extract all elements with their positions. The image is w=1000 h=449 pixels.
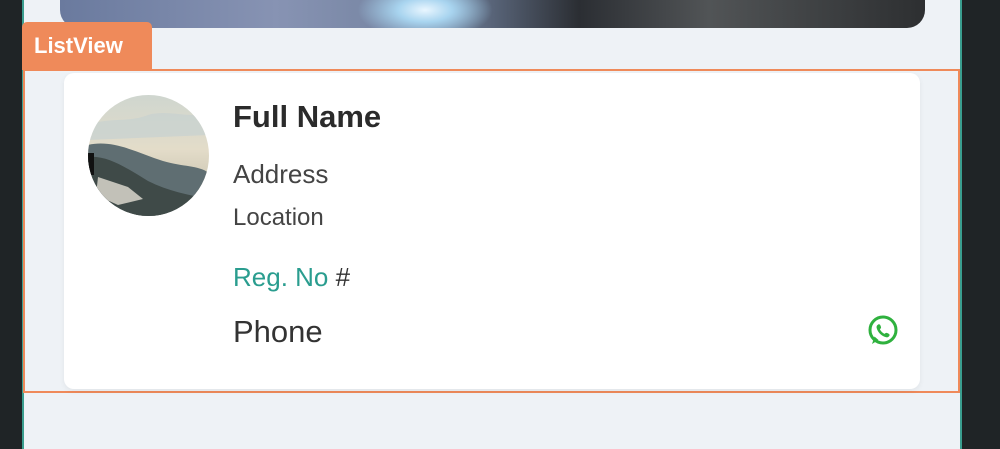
registration-number: Reg. No # (233, 262, 350, 293)
address: Address (233, 159, 329, 189)
avatar (88, 95, 209, 216)
full-name: Full Name (233, 99, 382, 134)
phone: Phone (233, 314, 323, 349)
header-image (60, 0, 925, 28)
listview-tag: ListView (22, 22, 152, 70)
location: Location (233, 204, 324, 231)
contact-card[interactable]: Full Name Address Location Reg. No # Pho… (64, 73, 920, 389)
whatsapp-icon[interactable] (866, 314, 900, 348)
reg-label: Reg. No (233, 262, 329, 292)
avatar-landscape-image (88, 95, 209, 216)
listview-tag-label: ListView (34, 33, 123, 58)
reg-hash: # (335, 262, 351, 292)
